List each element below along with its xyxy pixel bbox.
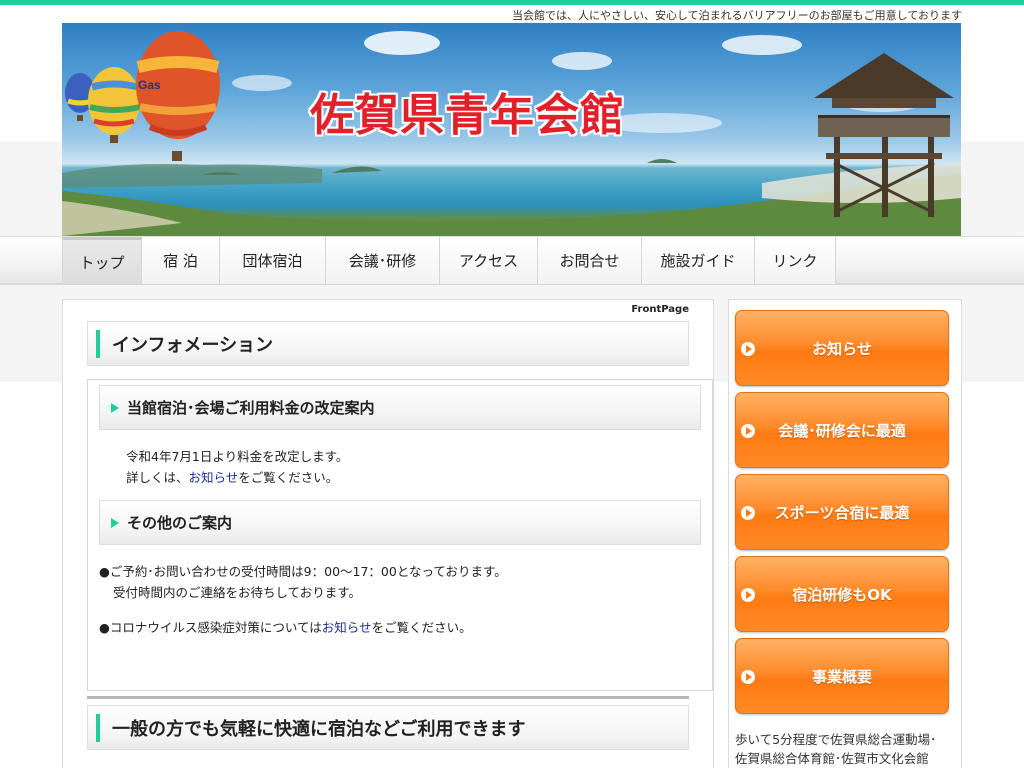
notice-heading-other: その他のご案内 [99, 500, 701, 545]
notice1-line2-after: をご覧ください。 [238, 470, 339, 485]
nav-item-access[interactable]: アクセス [440, 237, 538, 284]
nav-item-stay[interactable]: 宿 泊 [142, 237, 220, 284]
info-heading-text: インフォメーション [112, 334, 274, 356]
section-divider [87, 696, 689, 699]
sidebar: お知らせ 会議･研修会に最適 スポーツ合宿に最適 宿泊研修もOK 事業概要 歩い… [728, 299, 962, 768]
notice1-line2: 詳しくは、お知らせをご覧ください。 [126, 467, 338, 486]
notice2-line3-after: をご覧ください。 [371, 620, 472, 635]
arrow-circle-icon [741, 342, 755, 356]
notice1-line2-before: 詳しくは、 [126, 470, 189, 485]
sidebar-button-sports-camp[interactable]: スポーツ合宿に最適 [735, 474, 949, 550]
site-title: 佐賀県青年会館 [310, 90, 625, 141]
notice2-line2: 受付時間内のご連絡をお待ちしております。 [113, 585, 362, 600]
info-box: 当館宿泊･会場ご利用料金の改定案内 令和4年7月1日より料金を改定します。 詳し… [87, 379, 713, 691]
info-heading: インフォメーション [87, 321, 689, 366]
covid-notice-link[interactable]: お知らせ [322, 620, 372, 635]
nav-item-facility-guide[interactable]: 施設ガイド [642, 237, 755, 284]
sidebar-button-training-stay[interactable]: 宿泊研修もOK [735, 556, 949, 632]
arrow-circle-icon [741, 506, 755, 520]
lookout-tower-illustration [814, 53, 954, 217]
sidebar-button-label: スポーツ合宿に最適 [774, 503, 910, 522]
sidebar-description-line1: 歩いて5分程度で佐賀県総合運動場･ [735, 732, 937, 747]
sidebar-button-label: 宿泊研修もOK [792, 585, 892, 604]
nav-item-group-stay[interactable]: 団体宿泊 [220, 237, 326, 284]
sidebar-description-line2: 佐賀県総合体育館･佐賀市文化会館 [735, 751, 929, 766]
sidebar-button-label: お知らせ [812, 339, 872, 358]
heading-accent-bar [96, 329, 100, 358]
sidebar-button-business-overview[interactable]: 事業概要 [735, 638, 949, 714]
second-heading-text: 一般の方でも気軽に快適に宿泊などご利用できます [112, 718, 526, 740]
notice-heading-text: 当館宿泊･会場ご利用料金の改定案内 [127, 399, 375, 417]
header-banner[interactable]: Gas 佐賀県青年会館 [62, 23, 961, 236]
triangle-bullet-icon [111, 517, 119, 528]
second-heading: 一般の方でも気軽に快適に宿泊などご利用できます [87, 705, 689, 750]
heading-accent-bar [96, 713, 100, 742]
main-content: FrontPage インフォメーション 当館宿泊･会場ご利用料金の改定案内 令和… [62, 299, 714, 768]
sidebar-button-news[interactable]: お知らせ [735, 310, 949, 386]
triangle-bullet-icon [111, 402, 119, 413]
arrow-circle-icon [741, 424, 755, 438]
notice1-line1: 令和4年7月1日より料金を改定します。 [126, 449, 349, 464]
sidebar-button-label: 会議･研修会に最適 [778, 421, 906, 440]
hot-air-balloons-illustration [65, 31, 220, 161]
notice-heading-text: その他のご案内 [127, 514, 233, 532]
header-tagline: 当会館では、人にやさしい、安心して泊まれるバリアフリーのお部屋もご用意しておりま… [511, 9, 962, 22]
notice2-line1: ●ご予約･お問い合わせの受付時間は9：00〜17：00となっております。 [99, 564, 507, 579]
nav-item-top[interactable]: トップ [62, 237, 142, 284]
balloon-logo-text: Gas [138, 78, 161, 92]
nav-item-links[interactable]: リンク [755, 237, 836, 284]
arrow-circle-icon [741, 588, 755, 602]
notice-heading-fee-revision: 当館宿泊･会場ご利用料金の改定案内 [99, 385, 701, 430]
arrow-circle-icon [741, 670, 755, 684]
nav-item-contact[interactable]: お問合せ [538, 237, 642, 284]
nav-item-meetings[interactable]: 会議･研修 [326, 237, 440, 284]
main-nav: トップ 宿 泊 団体宿泊 会議･研修 アクセス お問合せ 施設ガイド リンク [0, 236, 1024, 285]
sidebar-button-meetings[interactable]: 会議･研修会に最適 [735, 392, 949, 468]
notice-link[interactable]: お知らせ [189, 470, 239, 485]
notice2-line3: ●コロナウイルス感染症対策についてはお知らせをご覧ください。 [99, 617, 472, 636]
notice2-line3-before: ●コロナウイルス感染症対策については [99, 620, 322, 635]
frontpage-label: FrontPage [631, 304, 689, 315]
top-accent-bar [0, 0, 1024, 5]
sidebar-button-label: 事業概要 [811, 667, 872, 686]
